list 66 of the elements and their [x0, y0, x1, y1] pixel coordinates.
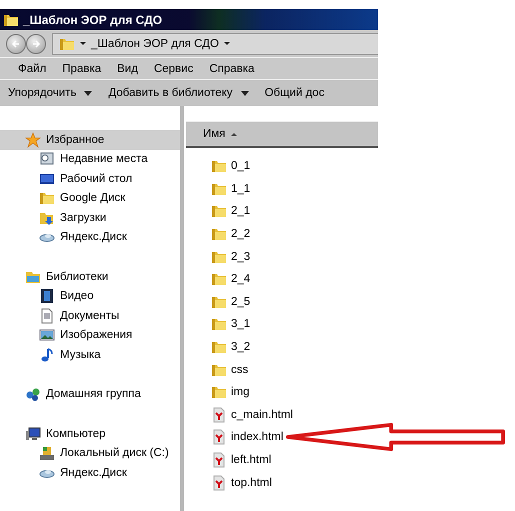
file-item[interactable]: 2_2	[211, 226, 250, 242]
nav-item[interactable]: Видео	[0, 286, 180, 306]
nav-item[interactable]: Документы	[0, 306, 180, 326]
address-field[interactable]: _Шаблон ЭОР для СДО	[52, 32, 378, 54]
file-item[interactable]: 2_4	[211, 271, 250, 288]
nav-item[interactable]: Рабочий стол	[0, 169, 180, 188]
menu-item[interactable]: Справка	[209, 62, 254, 74]
film-icon	[39, 288, 55, 304]
file-item[interactable]: 2_1	[211, 203, 250, 220]
nav-item[interactable]: Загрузки	[0, 208, 180, 228]
nav-item[interactable]: Избранное	[0, 130, 180, 150]
name-column-header[interactable]: Имя	[186, 121, 378, 148]
nav-item[interactable]: Локальный диск (C:)	[0, 444, 180, 463]
music-note-icon	[39, 346, 55, 363]
folder-icon	[211, 384, 227, 400]
back-arrow-icon	[11, 38, 21, 48]
file-item[interactable]: css	[211, 362, 248, 378]
nav-item[interactable]: Изображения	[0, 326, 180, 345]
nav-item[interactable]: Библиотеки	[0, 267, 180, 286]
nav-item[interactable]: Google Диск	[0, 188, 180, 208]
computer-icon	[25, 426, 41, 442]
file-item[interactable]: 2_5	[211, 294, 250, 310]
html-file-icon	[211, 406, 227, 423]
nav-item[interactable]: Яндекс.Диск	[0, 228, 180, 247]
forward-arrow-icon	[31, 38, 41, 48]
window-title: _Шаблон ЭОР для СДО	[23, 12, 162, 26]
file-item[interactable]: index.html	[211, 429, 284, 446]
menu-item[interactable]: Сервис	[154, 62, 194, 74]
file-item[interactable]: 3_2	[211, 339, 250, 356]
folder-icon	[211, 226, 227, 242]
folder-icon	[211, 316, 227, 332]
nav-item[interactable]: Компьютер	[0, 424, 180, 444]
window-icon	[39, 151, 55, 168]
toolbar-button[interactable]: Добавить в библиотеку	[108, 85, 249, 101]
folder-icon	[211, 271, 227, 288]
picture-icon	[39, 327, 55, 344]
file-item[interactable]: left.html	[211, 452, 272, 468]
menu-item[interactable]: Вид	[117, 62, 138, 74]
back-button[interactable]	[6, 34, 26, 54]
star-icon	[25, 132, 41, 148]
html-file-icon	[211, 452, 227, 468]
file-item[interactable]: 0_1	[211, 158, 250, 174]
file-item[interactable]: img	[211, 384, 250, 400]
file-item[interactable]: top.html	[211, 474, 272, 491]
toolbar-button[interactable]: Упорядочить	[8, 85, 92, 101]
folder-icon	[211, 339, 227, 356]
folder-icon	[211, 203, 227, 220]
file-item[interactable]: 3_1	[211, 316, 250, 332]
toolbar-button[interactable]: Общий дос	[264, 85, 324, 101]
folder-icon	[39, 190, 55, 206]
forward-button[interactable]	[26, 34, 46, 54]
document-icon	[39, 308, 55, 324]
menu-item[interactable]: Правка	[62, 62, 102, 74]
folder-icon	[211, 158, 227, 174]
nav-item[interactable]: Музыка	[0, 345, 180, 364]
menu-item[interactable]: Файл	[18, 62, 46, 74]
nav-item[interactable]: Домашняя группа	[0, 384, 180, 404]
file-item[interactable]: c_main.html	[211, 406, 293, 423]
homegroup-icon	[25, 386, 41, 402]
nav-item[interactable]: Яндекс.Диск	[0, 463, 180, 482]
file-item[interactable]: 2_3	[211, 248, 250, 265]
file-item[interactable]: 1_1	[211, 180, 250, 197]
nav-item[interactable]: Недавние места	[0, 150, 180, 169]
drive-icon	[39, 445, 55, 462]
html-file-icon	[211, 429, 227, 446]
html-file-icon	[211, 474, 227, 491]
